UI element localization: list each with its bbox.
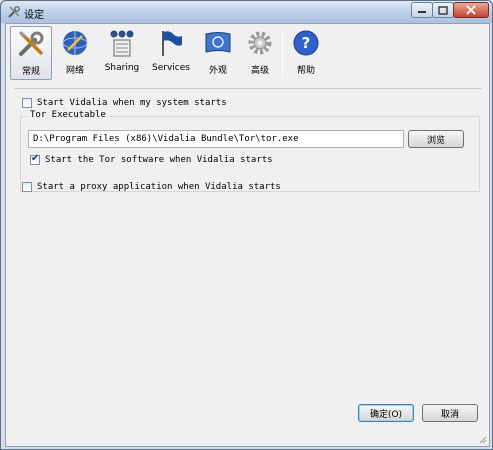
maximize-button[interactable] [432, 2, 454, 18]
appearance-icon [205, 32, 231, 53]
cancel-button[interactable]: 取消 [422, 404, 478, 422]
tab-sharing-label: Sharing [104, 63, 140, 73]
minimize-button[interactable] [411, 2, 433, 18]
settings-toolbar: 常规 网络 Sharing Services 外观 高级 ? 帮助 [6, 24, 489, 84]
title-bar[interactable]: 设定 [1, 1, 492, 23]
tab-advanced-label: 高级 [250, 66, 269, 76]
sharing-icon [110, 30, 134, 57]
toolbar-divider [14, 88, 482, 89]
tor-executable-title: Tor Executable [28, 110, 108, 120]
tab-general[interactable]: 常规 [10, 26, 52, 80]
start-tor-label: Start the Tor software when Vidalia star… [45, 155, 273, 165]
tab-advanced[interactable]: 高级 [242, 26, 278, 80]
tab-services-label: Services [152, 63, 190, 73]
close-button[interactable] [453, 2, 489, 18]
maximize-icon [438, 5, 448, 15]
tab-help[interactable]: ? 帮助 [288, 26, 324, 80]
tools-icon [8, 6, 20, 18]
tab-general-label: 常规 [21, 67, 40, 77]
tor-path-input[interactable] [28, 130, 404, 148]
start-tor-checkbox[interactable] [30, 153, 40, 165]
tab-network-label: 网络 [65, 66, 84, 76]
ok-button[interactable]: 确定(O) [358, 404, 414, 422]
browse-button[interactable]: 浏览 [408, 130, 464, 148]
minimize-icon [418, 11, 426, 13]
advanced-icon [248, 31, 272, 55]
tab-sharing[interactable]: Sharing [98, 26, 146, 80]
settings-window: 设定 常规 网络 Sharing Services 外观 高级 ? 帮助 Sta… [0, 0, 493, 450]
resize-grip-icon[interactable] [477, 434, 487, 444]
close-icon [466, 5, 476, 15]
start-proxy-label: Start a proxy application when Vidalia s… [37, 182, 281, 192]
tab-appearance-label: 外观 [208, 66, 227, 76]
services-icon [162, 31, 182, 56]
tab-services[interactable]: Services [148, 26, 194, 80]
toolbar-separator [282, 30, 283, 76]
start-vidalia-checkbox[interactable] [22, 98, 32, 108]
network-icon [62, 31, 88, 55]
tools-icon [18, 30, 44, 56]
start-proxy-checkbox[interactable] [22, 182, 32, 192]
tab-appearance[interactable]: 外观 [200, 26, 236, 80]
tab-network[interactable]: 网络 [56, 26, 94, 80]
settings-client-area: 常规 网络 Sharing Services 外观 高级 ? 帮助 Start … [5, 23, 490, 447]
tab-help-label: 帮助 [296, 66, 315, 76]
window-title: 设定 [24, 10, 44, 21]
help-icon: ? [293, 30, 319, 56]
tor-executable-group [20, 116, 480, 192]
start-vidalia-label: Start Vidalia when my system starts [37, 98, 227, 108]
svg-text:?: ? [302, 34, 311, 52]
